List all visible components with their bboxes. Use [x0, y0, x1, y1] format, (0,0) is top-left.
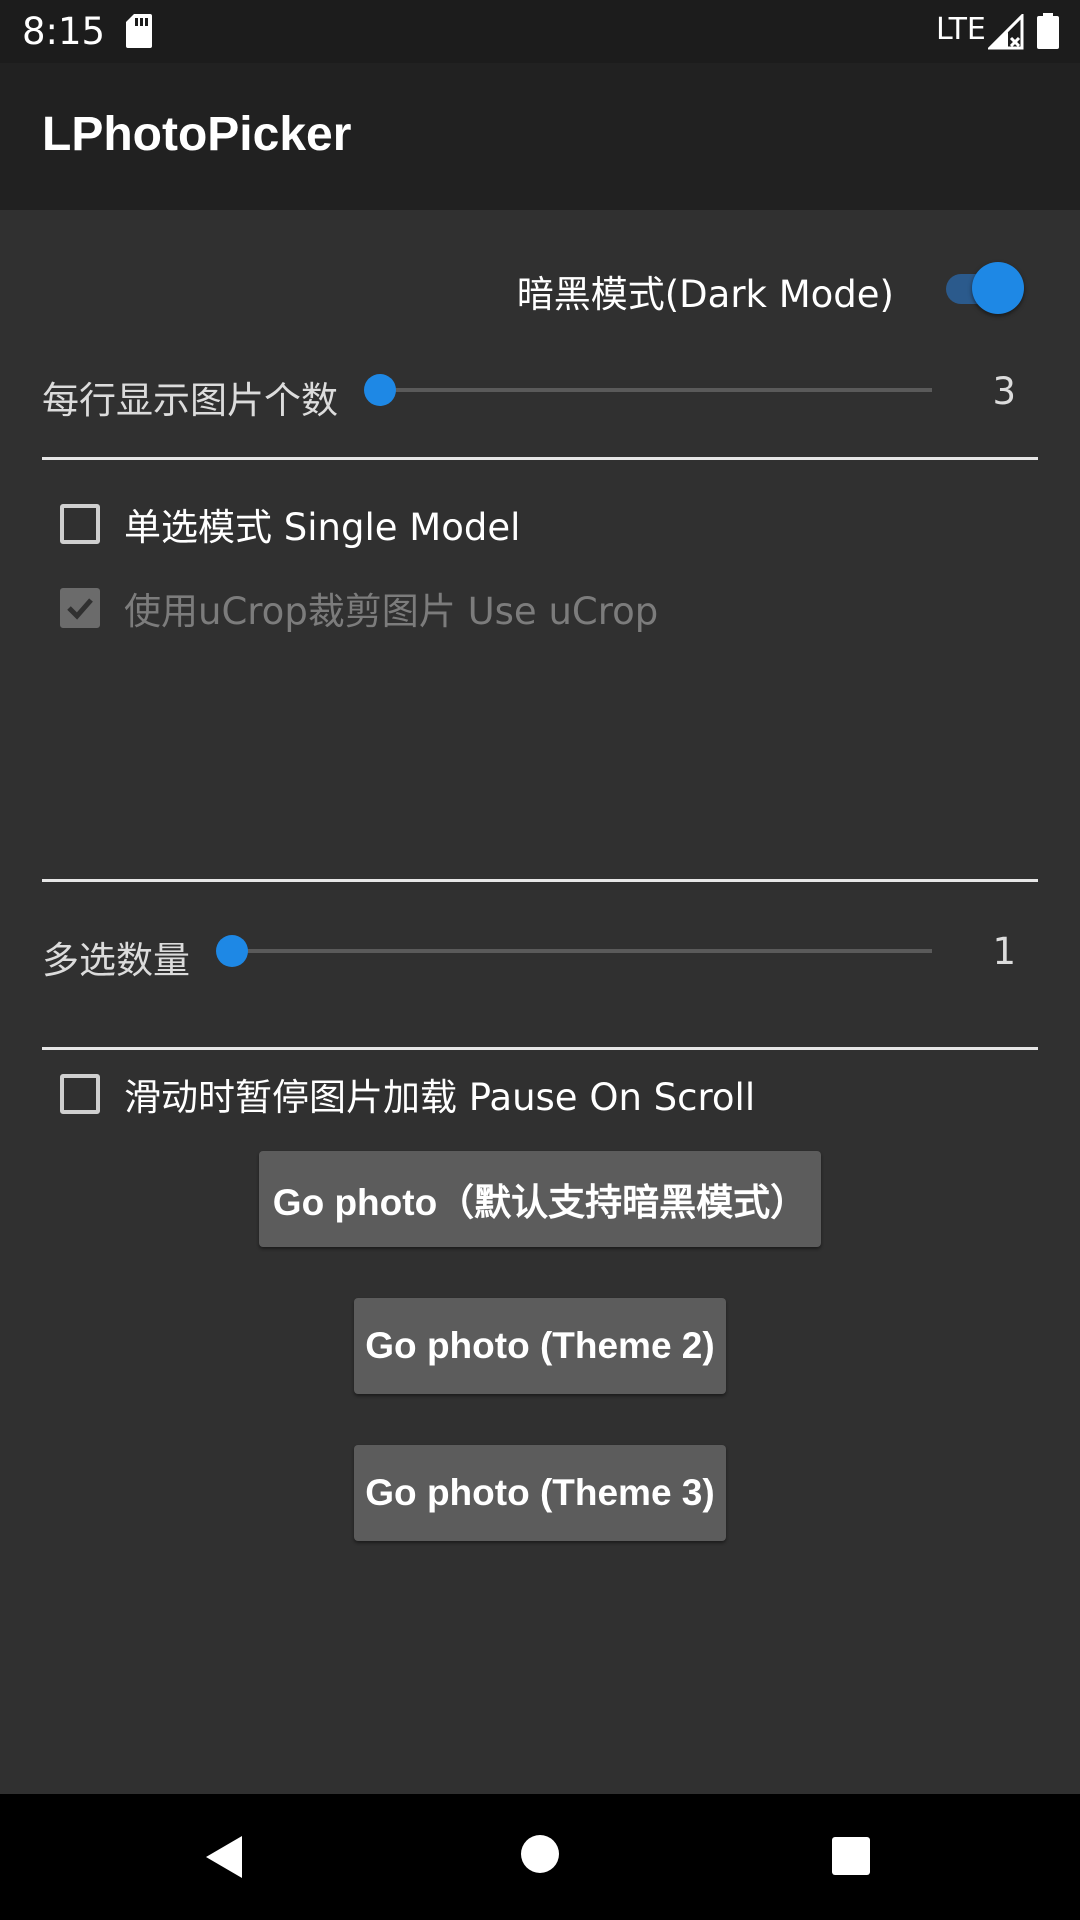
network-type-label: LTE: [936, 12, 986, 47]
app-bar: LPhotoPicker: [0, 63, 1080, 210]
go-photo-theme2-button[interactable]: Go photo (Theme 2): [354, 1298, 726, 1394]
checkbox-unchecked-icon: [60, 1074, 100, 1114]
columns-slider-label: 每行显示图片个数: [42, 379, 338, 422]
ucrop-checkbox: 使用uCrop裁剪图片 Use uCrop: [60, 582, 658, 634]
go-photo-theme3-button[interactable]: Go photo (Theme 3): [354, 1445, 726, 1541]
battery-icon: [1037, 13, 1059, 53]
back-icon[interactable]: [204, 1834, 244, 1884]
navigation-bar: [0, 1794, 1080, 1920]
ucrop-label: 使用uCrop裁剪图片 Use uCrop: [124, 590, 659, 633]
pause-on-scroll-checkbox[interactable]: 滑动时暂停图片加载 Pause On Scroll: [60, 1068, 755, 1120]
columns-slider-track[interactable]: [380, 388, 932, 392]
recents-icon[interactable]: [831, 1836, 871, 1880]
app-title: LPhotoPicker: [42, 108, 352, 161]
go-photo-default-button[interactable]: Go photo（默认支持暗黑模式）: [259, 1151, 821, 1247]
divider: [42, 1047, 1038, 1050]
dark-mode-label: 暗黑模式(Dark Mode): [516, 273, 894, 316]
single-mode-checkbox[interactable]: 单选模式 Single Model: [60, 498, 520, 550]
signal-icon: [986, 12, 1024, 54]
home-icon[interactable]: [520, 1834, 560, 1878]
columns-slider-value: 3: [992, 370, 1016, 413]
divider: [42, 879, 1038, 882]
checkbox-checked-icon: [60, 588, 100, 628]
status-time: 8:15: [22, 10, 106, 53]
pause-on-scroll-label: 滑动时暂停图片加载 Pause On Scroll: [124, 1076, 756, 1119]
columns-slider-thumb[interactable]: [364, 374, 396, 406]
switch-thumb: [972, 262, 1024, 314]
single-mode-label: 单选模式 Single Model: [124, 506, 521, 549]
max-select-slider-thumb[interactable]: [216, 935, 248, 967]
sd-card-icon: [126, 14, 152, 52]
dark-mode-switch[interactable]: [944, 260, 1030, 316]
status-bar: 8:15 LTE: [0, 0, 1080, 63]
max-select-slider-track[interactable]: [232, 949, 932, 953]
max-select-slider-label: 多选数量: [42, 939, 190, 982]
screen: 8:15 LTE LPhotoPicker 暗黑模式(Dark Mode) 每行…: [0, 0, 1080, 1920]
max-select-slider-value: 1: [992, 930, 1016, 973]
divider: [42, 457, 1038, 460]
checkbox-unchecked-icon: [60, 504, 100, 544]
